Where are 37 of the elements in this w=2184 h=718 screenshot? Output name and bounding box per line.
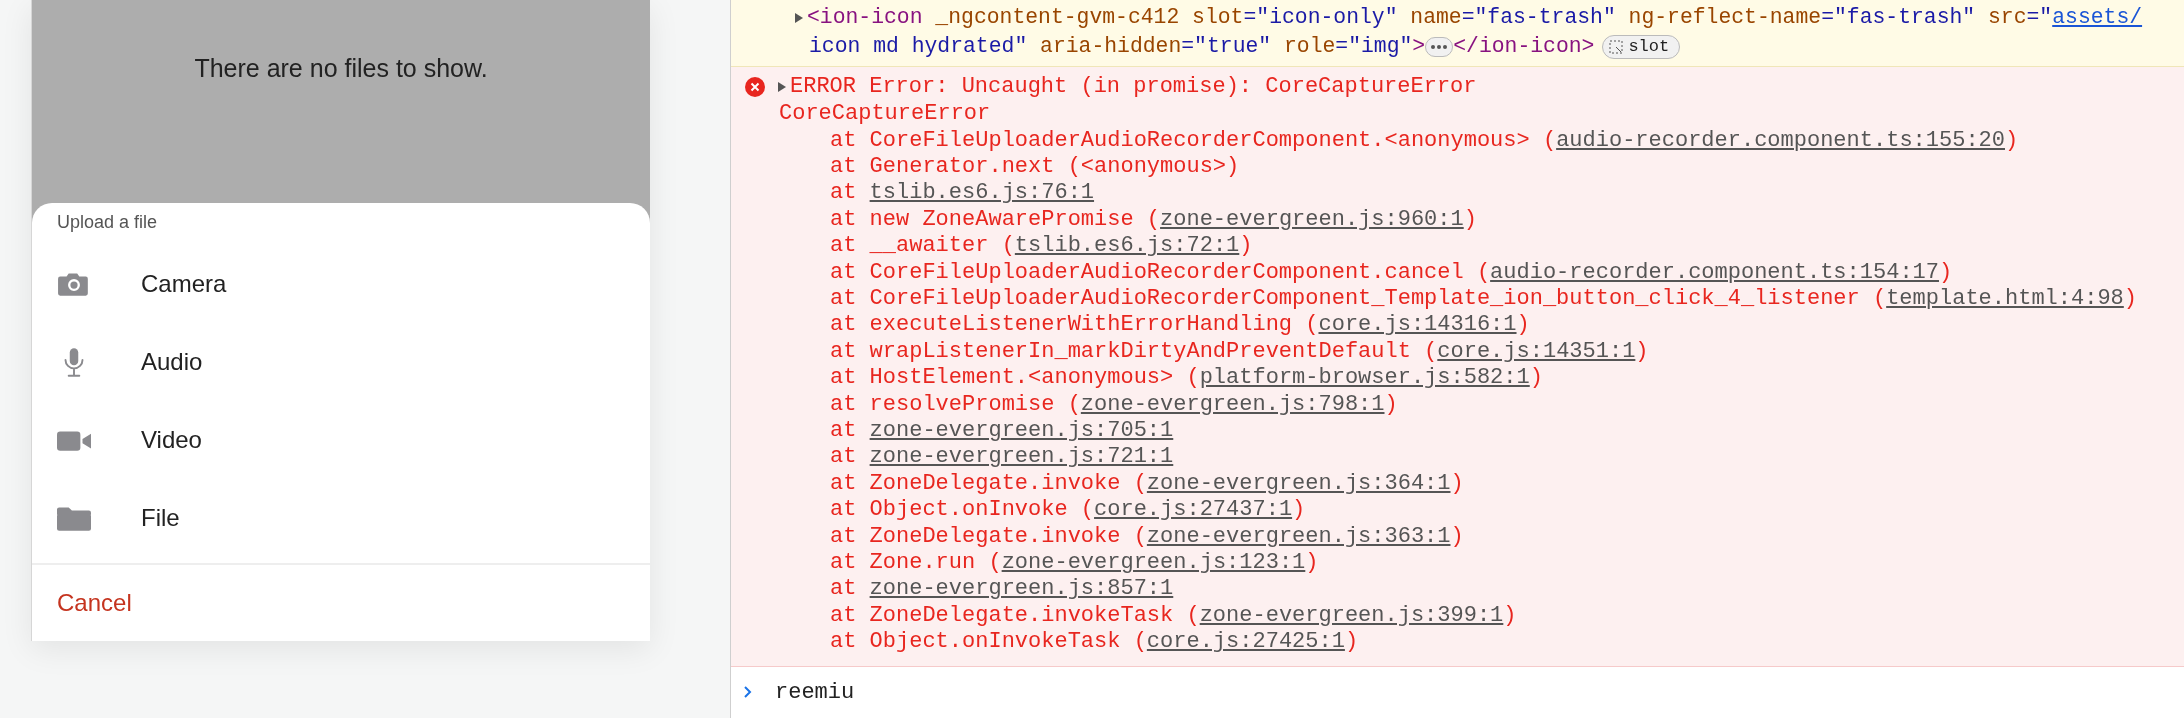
ellipsis-button[interactable] xyxy=(1425,36,1454,57)
action-sheet-item[interactable]: Audio xyxy=(32,323,650,401)
error-message: ERROR Error: Uncaught (in promise): CoreCaptureError xyxy=(790,73,1477,101)
element-code: icon md hydrated" aria-hidden="true" role="img"> xyxy=(809,33,1426,61)
stack-frame-text: at Object.onInvokeTask ( xyxy=(830,628,1147,657)
element-code: </ion-icon> xyxy=(1453,33,1595,61)
stack-frame-text: at Object.onInvoke ( xyxy=(830,496,1095,525)
source-link[interactable]: assets/ xyxy=(2052,1,2143,34)
stack-frame-text: at xyxy=(830,179,858,208)
stack-frame-text: ) xyxy=(2005,126,2019,155)
console-input[interactable]: reemiu xyxy=(775,675,1375,709)
error-icon xyxy=(745,76,765,97)
action-sheet-item[interactable]: Camera xyxy=(32,245,650,323)
stack-frame-text: ) xyxy=(1450,522,1464,551)
source-link[interactable]: audio-recorder.component.ts:155:20 xyxy=(1556,123,2005,157)
stack-frame-text: ) xyxy=(1450,469,1464,498)
cancel-button[interactable]: Cancel xyxy=(32,563,650,641)
action-sheet-item[interactable]: Video xyxy=(32,401,650,479)
stack-frame-text: at xyxy=(830,417,858,445)
element-code: <ion-icon _ngcontent-gvm-c412 slot="icon-only" name="fas-trash" ng-reflect-name="fas-trash" src=" xyxy=(807,4,2053,32)
slot-badge[interactable]: slot xyxy=(1602,34,1681,59)
stack-frame-text: ) xyxy=(1503,601,1517,630)
stack-frame-text: ) xyxy=(1635,337,1649,366)
empty-message: There are no files to show. xyxy=(194,54,488,82)
prompt-chevron-icon xyxy=(743,685,753,699)
stack-frame-text: ) xyxy=(2123,285,2137,314)
stack-frame-text: at CoreFileUploaderAudioRecorderComponent.<anonymous> ( xyxy=(830,126,1557,155)
dashed-square-icon xyxy=(1609,39,1624,54)
stack-frame-text: at __awaiter ( xyxy=(830,232,1015,261)
sheet-title: Upload a file xyxy=(57,211,158,233)
action-sheet-item[interactable]: File xyxy=(32,479,650,557)
stack-frame-text: at xyxy=(830,575,858,604)
stack-frame-text: at executeListenerWithErrorHandling ( xyxy=(830,311,1319,340)
stack-frame-text: at xyxy=(830,443,858,472)
ellipsis-icon xyxy=(1430,43,1449,50)
stack-frame-text: ) xyxy=(1463,205,1477,234)
error-name: CoreCaptureError xyxy=(779,100,991,128)
